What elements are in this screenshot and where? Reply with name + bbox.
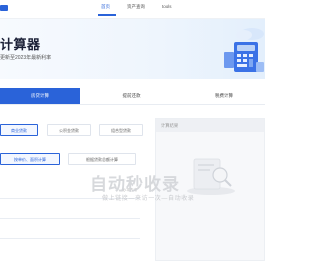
active-nav-indicator bbox=[98, 14, 116, 16]
calc-mode-by-total[interactable]: 根据贷款总额计算 bbox=[68, 153, 136, 165]
page-title: 计算器 bbox=[0, 37, 41, 52]
page-subtitle: 更新至2023年最新利率 bbox=[0, 55, 52, 61]
area-input[interactable] bbox=[0, 218, 140, 219]
loan-type-provident[interactable]: 公积金贷款 bbox=[47, 124, 91, 136]
ratio-select[interactable] bbox=[0, 238, 140, 239]
calculator-tabs: 房贷计算 提前还款 税费计算 bbox=[0, 88, 265, 105]
nav-link-asset-query[interactable]: 资产查询 bbox=[127, 4, 145, 10]
loan-type-commercial[interactable]: 商业贷款 bbox=[0, 124, 38, 136]
unit-price-hint: 元/平方米 bbox=[121, 188, 137, 192]
tab-tax-calc[interactable]: 税费计算 bbox=[183, 88, 265, 104]
unit-price-input[interactable] bbox=[0, 198, 140, 199]
loan-form: 商业贷款 公积金贷款 组合型贷款 按单价、面积计算 根据贷款总额计算 元/平方米 bbox=[0, 118, 145, 261]
nav-link-tools[interactable]: tools bbox=[162, 4, 172, 9]
tab-mortgage-calc[interactable]: 房贷计算 bbox=[0, 88, 80, 104]
top-nav: 首页 资产查询 tools bbox=[0, 0, 265, 19]
calculator-illustration-icon bbox=[224, 28, 264, 72]
tab-prepayment[interactable]: 提前还款 bbox=[80, 88, 183, 104]
empty-result-icon bbox=[187, 158, 235, 195]
result-header: 计算结果 bbox=[156, 119, 264, 132]
loan-type-combined[interactable]: 组合型贷款 bbox=[99, 124, 143, 136]
result-panel: 计算结果 bbox=[155, 118, 265, 261]
calc-mode-by-price-area[interactable]: 按单价、面积计算 bbox=[0, 153, 60, 165]
nav-link-home[interactable]: 首页 bbox=[101, 4, 110, 10]
site-logo[interactable] bbox=[0, 5, 8, 11]
